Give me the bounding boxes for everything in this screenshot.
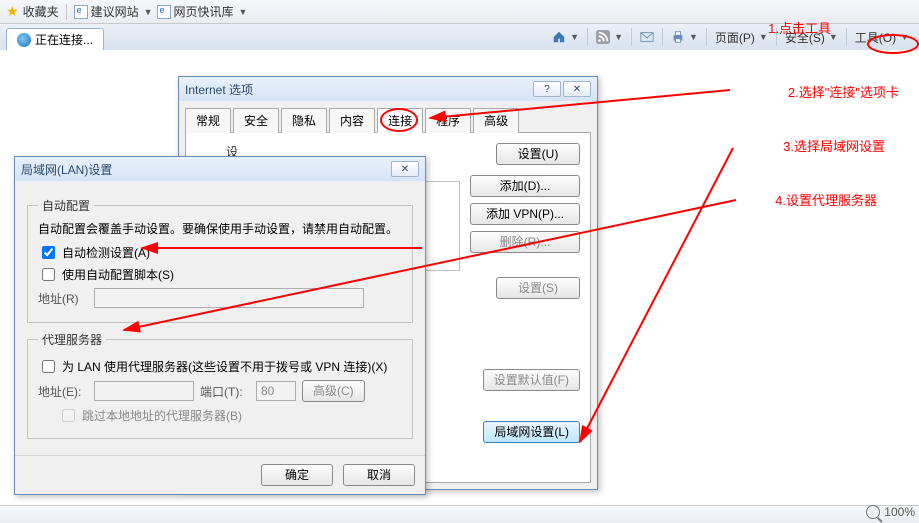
chk-label: 自动检测设置(A) bbox=[62, 244, 150, 261]
proxy-group: 代理服务器 为 LAN 使用代理服务器(这些设置不用于拨号或 VPN 连接)(X… bbox=[27, 331, 413, 439]
tab-connections[interactable]: 连接 bbox=[377, 108, 423, 133]
favorites-label: 收藏夹 bbox=[23, 3, 59, 20]
use-script-checkbox[interactable]: 使用自动配置脚本(S) bbox=[38, 265, 402, 284]
chk-label: 为 LAN 使用代理服务器(这些设置不用于拨号或 VPN 连接)(X) bbox=[62, 358, 387, 375]
browser-tab[interactable]: 正在连接... bbox=[6, 28, 104, 50]
page-label: 页面(P) bbox=[715, 29, 755, 46]
legend: 代理服务器 bbox=[38, 331, 106, 348]
bypass-input bbox=[62, 409, 75, 422]
addr-label: 地址(R) bbox=[38, 290, 88, 307]
dialog-button-row: 确定 取消 bbox=[15, 455, 425, 494]
annot-step4: 4.设置代理服务器 bbox=[775, 190, 877, 209]
favorites-star-icon: ★ bbox=[6, 3, 19, 20]
separator bbox=[631, 28, 632, 46]
annot-step1: 1.点击工具 bbox=[768, 18, 831, 37]
pport-label: 端口(T): bbox=[200, 383, 250, 400]
legend: 自动配置 bbox=[38, 197, 94, 214]
chevron-down-icon: ▼ bbox=[239, 7, 248, 17]
separator bbox=[706, 28, 707, 46]
chk-label: 跳过本地地址的代理服务器(B) bbox=[82, 407, 242, 424]
separator bbox=[66, 4, 67, 20]
mail-button[interactable] bbox=[636, 27, 658, 47]
favlink-text: 建议网站 bbox=[91, 3, 139, 20]
close-button[interactable]: ✕ bbox=[391, 161, 419, 177]
page-icon bbox=[157, 5, 171, 19]
add-button[interactable]: 添加(D)... bbox=[470, 175, 580, 197]
command-bar: ▼ ▼ ▼ 页面(P)▼ 安全(S)▼ 工具(O)▼ bbox=[548, 24, 913, 50]
script-address-input bbox=[94, 288, 364, 308]
annot-step2: 2.选择"连接"选项卡 bbox=[788, 82, 899, 101]
dialog-titlebar[interactable]: Internet 选项 ?✕ bbox=[179, 77, 597, 101]
home-button[interactable]: ▼ bbox=[548, 27, 583, 47]
lan-titlebar[interactable]: 局域网(LAN)设置 ✕ bbox=[15, 157, 425, 181]
zoom-value: 100% bbox=[884, 505, 915, 519]
rss-button[interactable]: ▼ bbox=[592, 27, 627, 47]
magnifier-icon bbox=[866, 505, 880, 519]
use-script-input[interactable] bbox=[42, 268, 55, 281]
dialog-title: Internet 选项 bbox=[185, 81, 253, 98]
autoconfig-desc: 自动配置会覆盖手动设置。要确保使用手动设置，请禁用自动配置。 bbox=[38, 220, 402, 237]
lan-settings-button[interactable]: 局域网设置(L) bbox=[483, 421, 580, 443]
chevron-down-icon: ▼ bbox=[144, 7, 153, 17]
tab-title: 正在连接... bbox=[35, 31, 93, 48]
print-button[interactable]: ▼ bbox=[667, 27, 702, 47]
chevron-down-icon: ▼ bbox=[900, 32, 909, 42]
bypass-local-checkbox[interactable]: 跳过本地地址的代理服务器(B) bbox=[58, 406, 402, 425]
tabstrip: 常规 安全 隐私 内容 连接 程序 高级 bbox=[185, 107, 591, 133]
favlink-text: 网页快讯库 bbox=[174, 3, 234, 20]
script-address-row: 地址(R) bbox=[38, 288, 402, 308]
tools-menu[interactable]: 工具(O) ▼ bbox=[851, 27, 913, 47]
advanced-button[interactable]: 高级(C) bbox=[302, 380, 365, 402]
cancel-button[interactable]: 取消 bbox=[343, 464, 415, 486]
proxy-port-input bbox=[256, 381, 296, 401]
auto-detect-input[interactable] bbox=[42, 246, 55, 259]
zoom-indicator[interactable]: 100% bbox=[866, 505, 915, 519]
use-proxy-checkbox[interactable]: 为 LAN 使用代理服务器(这些设置不用于拨号或 VPN 连接)(X) bbox=[38, 357, 402, 376]
lan-dialog-title: 局域网(LAN)设置 bbox=[21, 161, 112, 178]
tab-content[interactable]: 内容 bbox=[329, 108, 375, 133]
tab-general[interactable]: 常规 bbox=[185, 108, 231, 133]
tools-label: 工具(O) bbox=[855, 29, 896, 46]
add-vpn-button[interactable]: 添加 VPN(P)... bbox=[470, 203, 580, 225]
autoconfig-group: 自动配置 自动配置会覆盖手动设置。要确保使用手动设置，请禁用自动配置。 自动检测… bbox=[27, 197, 413, 323]
fav-suggested-sites[interactable]: 建议网站 ▼ bbox=[74, 3, 153, 20]
paddr-label: 地址(E): bbox=[38, 383, 88, 400]
chevron-down-icon: ▼ bbox=[570, 32, 579, 42]
auto-detect-checkbox[interactable]: 自动检测设置(A) bbox=[38, 243, 402, 262]
separator bbox=[662, 28, 663, 46]
help-button[interactable]: ? bbox=[533, 81, 561, 97]
fav-webslice[interactable]: 网页快讯库 ▼ bbox=[157, 3, 248, 20]
setup-button[interactable]: 设置(U) bbox=[496, 143, 580, 165]
chevron-down-icon: ▼ bbox=[759, 32, 768, 42]
proxy-address-row: 地址(E): 端口(T): 高级(C) bbox=[38, 380, 402, 402]
tab-advanced[interactable]: 高级 bbox=[473, 108, 519, 133]
chevron-down-icon: ▼ bbox=[614, 32, 623, 42]
proxy-address-input bbox=[94, 381, 194, 401]
chk-label: 使用自动配置脚本(S) bbox=[62, 266, 174, 283]
status-bar bbox=[0, 505, 919, 523]
separator bbox=[846, 28, 847, 46]
settings-button[interactable]: 设置(S) bbox=[496, 277, 580, 299]
lan-settings-dialog: 局域网(LAN)设置 ✕ 自动配置 自动配置会覆盖手动设置。要确保使用手动设置，… bbox=[14, 156, 426, 495]
delete-button[interactable]: 删除(R)... bbox=[470, 231, 580, 253]
separator bbox=[587, 28, 588, 46]
page-icon bbox=[74, 5, 88, 19]
chevron-down-icon: ▼ bbox=[689, 32, 698, 42]
tab-security[interactable]: 安全 bbox=[233, 108, 279, 133]
close-button[interactable]: ✕ bbox=[563, 81, 591, 97]
tab-privacy[interactable]: 隐私 bbox=[281, 108, 327, 133]
ie-icon bbox=[17, 33, 31, 47]
page-menu[interactable]: 页面(P) ▼ bbox=[711, 27, 772, 47]
use-proxy-input[interactable] bbox=[42, 360, 55, 373]
tab-programs[interactable]: 程序 bbox=[425, 108, 471, 133]
set-default-button[interactable]: 设置默认值(F) bbox=[483, 369, 580, 391]
ok-button[interactable]: 确定 bbox=[261, 464, 333, 486]
annot-step3: 3.选择局域网设置 bbox=[783, 136, 885, 155]
